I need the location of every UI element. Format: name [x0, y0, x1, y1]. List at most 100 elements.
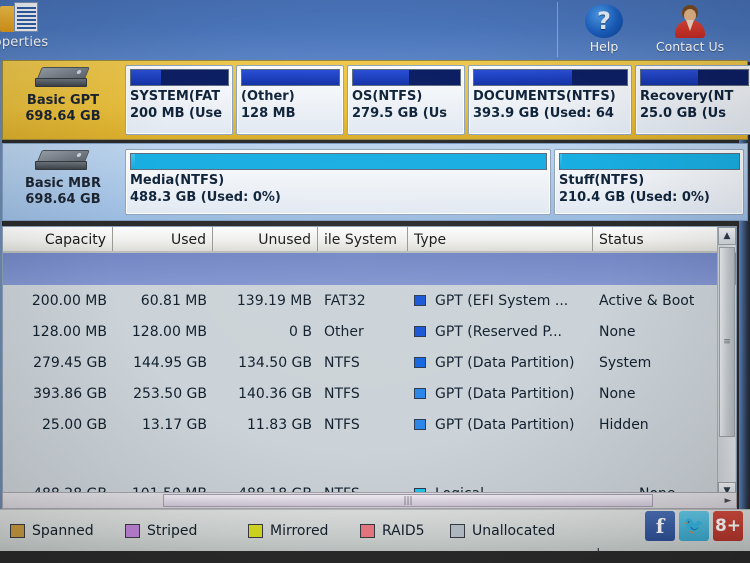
- facebook-icon[interactable]: f: [645, 511, 675, 541]
- partition-color-swatch: [414, 357, 426, 368]
- partition-size: 200 MB (Use: [130, 106, 223, 121]
- column-header-label: Status: [599, 232, 644, 248]
- column-header[interactable]: ile System: [318, 227, 408, 253]
- hard-disk-icon: [35, 150, 91, 174]
- header-rule: [3, 251, 736, 253]
- cell-capacity: 393.86 GB: [33, 385, 107, 402]
- partition-strip: Media(NTFS) 488.3 GB (Used: 0%) Stuff(NTFS…: [123, 144, 747, 220]
- legend-item: Unallocated: [450, 523, 555, 539]
- cell-type-label: GPT (EFI System ...: [435, 292, 569, 309]
- legend-item: RAID5: [360, 523, 425, 539]
- partition-color-swatch: [414, 295, 426, 306]
- partition-color-swatch: [414, 388, 426, 399]
- cell-status: None: [599, 385, 636, 402]
- partition-block[interactable]: OS(NTFS) 279.5 GB (Us: [347, 65, 465, 135]
- partition-block[interactable]: DOCUMENTS(NTFS) 393.9 GB (Used: 64: [468, 65, 632, 135]
- column-header[interactable]: Capacity: [3, 227, 113, 253]
- column-header[interactable]: Type: [408, 227, 593, 253]
- cell-type-label: GPT (Data Partition): [435, 416, 575, 433]
- partition-size: 393.9 GB (Used: 64: [473, 106, 614, 121]
- contact-us-button[interactable]: Contact Us: [647, 2, 733, 54]
- usage-bar: [559, 153, 740, 170]
- usage-bar: [241, 69, 340, 86]
- legend-label: Striped: [147, 522, 198, 539]
- cell-status: None: [599, 323, 636, 340]
- window-bottom-edge: [0, 551, 750, 563]
- cell-unused: 11.83 GB: [247, 416, 312, 433]
- cell-status: System: [599, 354, 652, 371]
- cell-file-system: FAT32: [324, 292, 366, 309]
- column-header[interactable]: Unused: [213, 227, 318, 253]
- partition-size: 279.5 GB (Us: [352, 106, 447, 121]
- twitter-icon[interactable]: 🐦: [679, 511, 709, 541]
- cell-capacity: 128.00 MB: [31, 323, 107, 340]
- partition-block[interactable]: Stuff(NTFS) 210.4 GB (Used: 0%): [554, 149, 744, 215]
- column-header-label: Unused: [258, 232, 311, 248]
- usage-bar: [640, 69, 749, 86]
- cell-type: GPT (Reserved P...: [408, 324, 593, 340]
- usage-bar: [352, 69, 461, 86]
- legend-label: RAID5: [382, 522, 425, 539]
- cell-unused: 140.36 GB: [238, 385, 312, 402]
- cell-type-label: GPT (Data Partition): [435, 354, 575, 371]
- properties-label: operties: [0, 35, 49, 50]
- legend-item: Striped: [125, 523, 197, 539]
- legend-swatch: [125, 523, 140, 538]
- cell-status: Hidden: [599, 416, 649, 433]
- horizontal-scrollbar[interactable]: ||| ►: [2, 492, 737, 509]
- table-row[interactable]: 25.00 GB 13.17 GB 11.83 GB NTFS GPT (Data Pa…: [3, 409, 736, 440]
- table-row[interactable]: 128.00 MB 128.00 MB 0 B Other GPT (Reserved …: [3, 316, 736, 347]
- properties-toolbar-button[interactable]: operties: [0, 0, 76, 56]
- cell-capacity: 279.45 GB: [33, 354, 107, 371]
- table-row-gap: [3, 440, 736, 478]
- disk-row[interactable]: Basic GPT 698.64 GB SYSTEM(FAT 200 MB (Use (…: [2, 60, 750, 140]
- google-plus-icon[interactable]: 8+: [713, 511, 743, 541]
- table-row[interactable]: 279.45 GB 144.95 GB 134.50 GB NTFS GPT (Data…: [3, 347, 736, 378]
- disk-row[interactable]: Basic MBR 698.64 GB Media(NTFS) 488.3 GB (U…: [2, 143, 748, 221]
- scroll-up-icon[interactable]: ▲: [718, 227, 736, 245]
- column-header-label: ile System: [324, 232, 398, 248]
- usage-bar: [130, 153, 547, 170]
- table-row[interactable]: 393.86 GB 253.50 GB 140.36 GB NTFS GPT (Data…: [3, 378, 736, 409]
- partition-block[interactable]: Media(NTFS) 488.3 GB (Used: 0%): [125, 149, 551, 215]
- cell-capacity: 200.00 MB: [31, 292, 107, 309]
- properties-icon: [0, 2, 44, 34]
- help-label: Help: [589, 39, 619, 54]
- vertical-scrollbar-thumb[interactable]: ≡: [719, 247, 735, 437]
- app-screenshot: operties ? Help Contact Us Basic GPT 698.…: [0, 0, 750, 563]
- cell-used: 13.17 GB: [142, 416, 207, 433]
- partition-size: 210.4 GB (Used: 0%): [559, 190, 710, 205]
- legend-label: Unallocated: [472, 522, 556, 539]
- partition-name: Recovery(NT: [640, 89, 734, 104]
- horizontal-scrollbar-thumb[interactable]: |||: [163, 494, 653, 507]
- cell-used: 60.81 MB: [140, 292, 207, 309]
- cell-file-system: NTFS: [324, 385, 360, 402]
- contact-us-label: Contact Us: [655, 39, 725, 54]
- scroll-right-icon[interactable]: ►: [721, 494, 735, 507]
- disk-type-label: Basic GPT: [26, 93, 100, 108]
- column-header-label: Type: [414, 232, 447, 248]
- partition-size: 128 MB: [241, 106, 296, 121]
- cell-file-system: NTFS: [324, 354, 360, 371]
- legend-label: Spanned: [32, 522, 94, 539]
- partition-size: 25.0 GB (Us: [640, 106, 726, 121]
- hard-disk-icon: [35, 67, 91, 91]
- cell-file-system: Other: [324, 323, 364, 340]
- disk-type-label: Basic MBR: [25, 176, 101, 191]
- partition-color-swatch: [414, 326, 426, 337]
- question-mark-icon: ?: [585, 4, 623, 38]
- help-button[interactable]: ? Help: [561, 2, 647, 54]
- usage-bar: [473, 69, 628, 86]
- partition-name: SYSTEM(FAT: [130, 89, 221, 104]
- partition-block[interactable]: Recovery(NT 25.0 GB (Us: [635, 65, 750, 135]
- column-header[interactable]: Used: [113, 227, 213, 253]
- partition-block[interactable]: SYSTEM(FAT 200 MB (Use: [125, 65, 233, 135]
- partition-block[interactable]: (Other) 128 MB: [236, 65, 344, 135]
- cell-type: GPT (EFI System ...: [408, 293, 593, 309]
- disk-size-label: 698.64 GB: [25, 192, 101, 207]
- column-header[interactable]: Status: [593, 227, 718, 253]
- table-row[interactable]: 200.00 MB 60.81 MB 139.19 MB FAT32 GPT (EFI …: [3, 285, 736, 316]
- legend-item: Spanned: [10, 523, 94, 539]
- vertical-scrollbar[interactable]: ▲ ≡ ▼: [717, 227, 736, 500]
- partition-color-swatch: [414, 419, 426, 430]
